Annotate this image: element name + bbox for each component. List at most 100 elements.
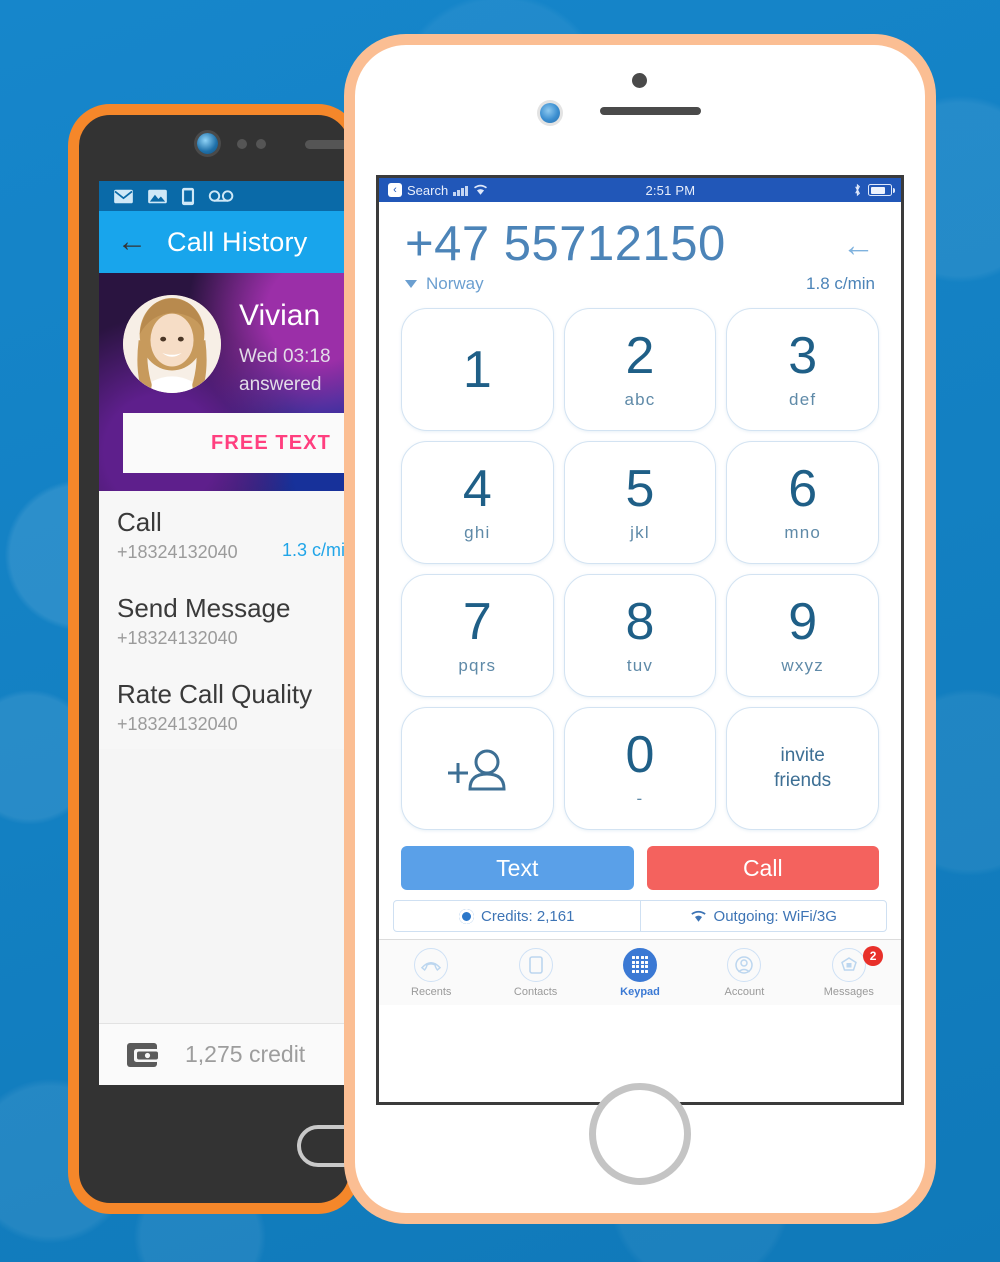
signal-bars-icon — [453, 185, 468, 196]
keypad-key-0[interactable]: 0 - — [563, 707, 717, 830]
country-selector[interactable]: Norway — [405, 274, 806, 294]
key-digit: 7 — [462, 592, 492, 651]
android-app-bar: ← Call History — [99, 211, 349, 273]
tab-recents[interactable]: Recents — [379, 940, 483, 1005]
tab-contacts[interactable]: Contacts — [483, 940, 587, 1005]
text-button-label: Text — [496, 854, 539, 881]
phone-handset-icon — [414, 947, 449, 982]
call-rate-label: 1.8 c/min — [806, 274, 875, 293]
key-letters: def — [789, 389, 817, 409]
add-contact-icon — [442, 743, 512, 795]
credits-cell[interactable]: Credits: 2,161 — [394, 901, 640, 931]
list-item[interactable]: Send Message +18324132040 — [99, 577, 349, 663]
list-item-subtitle: +18324132040 — [117, 714, 238, 734]
android-page-title: Call History — [167, 226, 308, 257]
keypad-key-1[interactable]: 1 — [401, 308, 554, 431]
tab-label: Contacts — [513, 985, 558, 998]
backspace-icon[interactable]: ← — [836, 228, 875, 261]
key-digit: 0 — [625, 725, 655, 784]
invite-friends-label: invite friends — [774, 744, 832, 791]
call-meta: Wed 03:18 answered — [239, 343, 331, 398]
keypad-key-2[interactable]: 2 abc — [563, 308, 717, 431]
text-button[interactable]: Text — [401, 846, 634, 890]
keypad-key-invite-friends[interactable]: invite friends — [726, 707, 879, 830]
back-arrow-icon[interactable]: ← — [117, 227, 147, 257]
key-letters: tuv — [626, 655, 654, 675]
mail-icon — [114, 189, 133, 203]
messages-icon — [831, 947, 866, 982]
free-text-button[interactable]: FREE TEXT — [123, 413, 349, 473]
avatar — [123, 295, 221, 393]
credits-icon — [459, 908, 475, 924]
network-cell[interactable]: Outgoing: WiFi/3G — [639, 901, 887, 931]
list-item-title: Send Message — [117, 593, 291, 623]
account-icon — [727, 947, 762, 982]
voicemail-icon — [208, 190, 234, 202]
keypad-key-9[interactable]: 9 wxyz — [726, 574, 879, 697]
contact-card-icon — [518, 947, 553, 982]
iphone-mockup: ‹ Search 2:51 PM +47 55712150 ← Norway 1… — [344, 34, 936, 1224]
tab-label: Messages — [823, 985, 874, 998]
key-digit: 3 — [788, 326, 818, 385]
ios-tab-bar: Recents Contacts Keypad Account Messages… — [379, 939, 901, 1005]
tab-label: Recents — [411, 985, 452, 998]
network-label: Outgoing: WiFi/3G — [713, 907, 837, 925]
key-digit: 6 — [788, 459, 818, 518]
android-credit-footer[interactable]: 1,275 credit — [99, 1023, 349, 1085]
list-item-subtitle: +18324132040 — [117, 628, 238, 648]
android-sensor-dot-icon — [256, 139, 266, 149]
tab-keypad[interactable]: Keypad — [588, 940, 692, 1005]
key-letters: ghi — [464, 522, 491, 542]
image-icon — [148, 189, 167, 203]
iphone-screen: ‹ Search 2:51 PM +47 55712150 ← Norway 1… — [376, 175, 904, 1105]
dialer-info-strip: Credits: 2,161 Outgoing: WiFi/3G — [393, 900, 887, 932]
keypad-key-7[interactable]: 7 pqrs — [401, 574, 554, 697]
key-digit: 5 — [625, 459, 655, 518]
tab-messages[interactable]: Messages 2 — [797, 940, 901, 1005]
tab-label: Keypad — [620, 985, 660, 998]
tab-label: Account — [724, 985, 765, 998]
call-status: answered — [239, 373, 322, 395]
android-credit-label: 1,275 credit — [185, 1041, 306, 1067]
call-time: Wed 03:18 — [239, 346, 331, 367]
key-digit: 4 — [462, 459, 492, 518]
wifi-icon — [690, 910, 706, 922]
android-screen: ← Call History Vivian Wed 03:18 answered… — [99, 181, 349, 1085]
list-item[interactable]: Call +18324132040 1.3 c/min — [99, 491, 349, 577]
country-label: Norway — [426, 274, 484, 293]
list-item[interactable]: Rate Call Quality +18324132040 — [99, 663, 349, 749]
keypad-key-8[interactable]: 8 tuv — [563, 574, 717, 697]
key-digit: 8 — [625, 592, 655, 651]
android-action-list: Call +18324132040 1.3 c/min Send Message… — [99, 491, 349, 749]
free-text-label: FREE TEXT — [211, 431, 331, 454]
status-badge: 2 — [863, 946, 884, 966]
android-front-camera-icon — [197, 133, 218, 154]
tab-account[interactable]: Account — [692, 940, 796, 1005]
status-back-icon[interactable]: ‹ — [388, 183, 402, 197]
keypad-key-5[interactable]: 5 jkl — [563, 441, 717, 564]
android-contact-hero: Vivian Wed 03:18 answered FREE TEXT — [99, 273, 349, 491]
chevron-down-icon — [405, 280, 417, 288]
iphone-proximity-sensor-icon — [540, 103, 560, 123]
key-digit: 2 — [625, 326, 655, 385]
list-item-title: Call — [117, 507, 162, 537]
key-letters: wxyz — [781, 655, 824, 675]
key-letters: abc — [624, 389, 656, 409]
dialer-keypad: 1 2 abc 3 def 4 ghi 5 jkl 6 mno 7 pqrs 8… — [379, 294, 901, 830]
status-carrier-label: Search — [407, 182, 449, 198]
keypad-key-6[interactable]: 6 mno — [726, 441, 879, 564]
credits-label: Credits: 2,161 — [481, 907, 575, 925]
dialer-sub-row: Norway 1.8 c/min — [379, 272, 901, 294]
key-letters: jkl — [630, 522, 650, 542]
keypad-key-add-contact[interactable] — [401, 707, 554, 830]
keypad-key-4[interactable]: 4 ghi — [401, 441, 554, 564]
keypad-key-3[interactable]: 3 def — [726, 308, 879, 431]
iphone-front-camera-icon — [632, 73, 647, 88]
iphone-home-button[interactable] — [589, 1083, 691, 1185]
dialed-number[interactable]: +47 55712150 — [405, 216, 836, 272]
battery-icon — [868, 184, 895, 196]
call-button[interactable]: Call — [646, 846, 879, 890]
iphone-earpiece-speaker — [600, 107, 701, 115]
ios-status-bar: ‹ Search 2:51 PM — [379, 178, 901, 202]
wallet-icon — [127, 1042, 159, 1067]
